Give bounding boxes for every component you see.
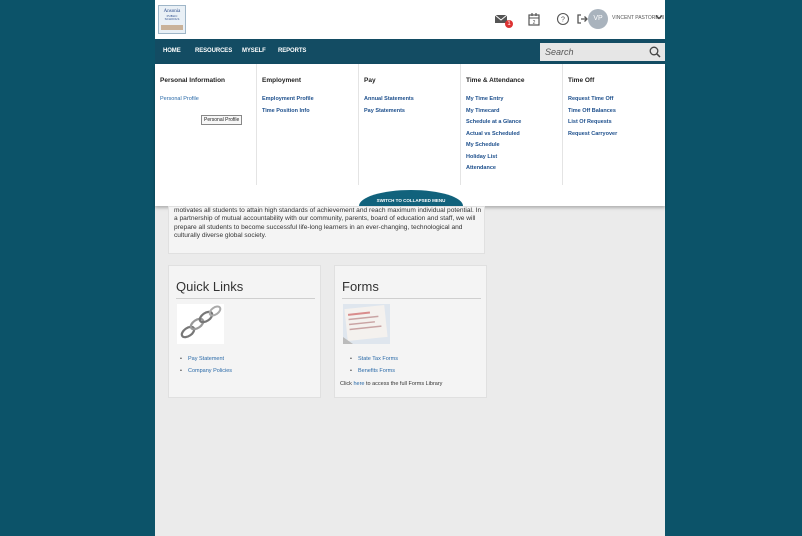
nav-myself[interactable]: MYSELF xyxy=(242,48,266,54)
quick-link-company-policies[interactable]: Company Policies xyxy=(178,366,232,378)
menu-heading: Employment xyxy=(262,77,302,84)
logo-bar xyxy=(161,25,183,30)
top-bar: Ansonia PUBLIC SCHOOLS 1 2 ? VP VINCENT … xyxy=(155,0,665,39)
menu-column-personal-information: Personal Information Personal Profile Pe… xyxy=(155,64,257,185)
menu-link-attendance[interactable]: Attendance xyxy=(466,163,521,175)
svg-text:?: ? xyxy=(561,17,565,24)
forms-list: State Tax Forms Benefits Forms xyxy=(348,354,398,377)
menu-column-time-off: Time Off Request Time Off Time Off Balan… xyxy=(563,64,665,185)
forms-card: Forms State Tax Forms Benefits Forms Cli… xyxy=(334,265,487,398)
forms-library-note: Click here to access the full Forms Libr… xyxy=(340,381,442,387)
forms-image xyxy=(343,304,390,344)
menu-link-time-off-balances[interactable]: Time Off Balances xyxy=(568,106,617,118)
menu-link-my-time-entry[interactable]: My Time Entry xyxy=(466,94,521,106)
mission-card: motivates all students to attain high st… xyxy=(168,206,485,254)
menu-heading: Pay xyxy=(364,77,376,84)
form-link-state-tax[interactable]: State Tax Forms xyxy=(348,354,398,366)
nav-reports[interactable]: REPORTS xyxy=(278,48,306,54)
menu-link-employment-profile[interactable]: Employment Profile xyxy=(262,94,314,106)
forms-title: Forms xyxy=(342,279,379,294)
menu-link-list-of-requests[interactable]: List Of Requests xyxy=(568,117,617,129)
main-nav: HOME RESOURCES MYSELF REPORTS xyxy=(155,39,665,64)
menu-column-time-attendance: Time & Attendance My Time Entry My Timec… xyxy=(461,64,563,185)
menu-link-request-carryover[interactable]: Request Carryover xyxy=(568,129,617,141)
menu-heading: Time & Attendance xyxy=(466,77,525,84)
company-logo[interactable]: Ansonia PUBLIC SCHOOLS xyxy=(158,5,186,34)
search-input[interactable] xyxy=(540,43,644,61)
menu-column-employment: Employment Employment Profile Time Posit… xyxy=(257,64,359,185)
chain-links-image xyxy=(177,304,224,344)
form-link-benefits[interactable]: Benefits Forms xyxy=(348,366,398,378)
search-icon[interactable] xyxy=(647,45,663,59)
menu-link-annual-statements[interactable]: Annual Statements xyxy=(364,94,414,106)
collapse-menu-button[interactable]: SWITCH TO COLLAPSED MENU xyxy=(359,190,463,206)
menu-link-time-position-info[interactable]: Time Position Info xyxy=(262,106,314,118)
nav-resources[interactable]: RESOURCES xyxy=(195,48,232,54)
menu-column-pay: Pay Annual Statements Pay Statements xyxy=(359,64,461,185)
forms-note-suffix: to access the full Forms Library xyxy=(364,381,443,387)
nav-home[interactable]: HOME xyxy=(163,48,181,54)
help-icon[interactable]: ? xyxy=(556,12,570,26)
mission-text: motivates all students to attain high st… xyxy=(174,207,482,240)
quick-links-card: Quick Links Pay Statement Company Polici… xyxy=(168,265,321,398)
calendar-day: 2 xyxy=(533,20,536,26)
tooltip: Personal Profile xyxy=(201,115,243,125)
mail-badge: 1 xyxy=(505,20,513,28)
divider xyxy=(342,298,481,299)
forms-library-link[interactable]: here xyxy=(353,381,364,387)
menu-link-holiday-list[interactable]: Holiday List xyxy=(466,152,521,164)
logo-subtext: PUBLIC SCHOOLS xyxy=(164,14,180,21)
menu-link-request-time-off[interactable]: Request Time Off xyxy=(568,94,617,106)
menu-link-pay-statements[interactable]: Pay Statements xyxy=(364,106,414,118)
quick-links-title: Quick Links xyxy=(176,279,244,294)
menu-heading: Time Off xyxy=(568,77,595,84)
search-box xyxy=(540,43,665,61)
quick-links-list: Pay Statement Company Policies xyxy=(178,354,232,377)
menu-heading: Personal Information xyxy=(160,77,226,84)
logout-icon[interactable] xyxy=(575,12,589,26)
chevron-down-icon[interactable] xyxy=(655,13,663,21)
avatar[interactable]: VP xyxy=(588,9,608,29)
divider xyxy=(176,298,315,299)
menu-link-personal-profile[interactable]: Personal Profile xyxy=(160,94,199,106)
app-container: Ansonia PUBLIC SCHOOLS 1 2 ? VP VINCENT … xyxy=(155,0,665,536)
menu-link-my-schedule[interactable]: My Schedule xyxy=(466,140,521,152)
mega-menu: Personal Information Personal Profile Pe… xyxy=(155,64,665,206)
calendar-icon[interactable]: 2 xyxy=(527,12,541,26)
menu-link-schedule-at-a-glance[interactable]: Schedule at a Glance xyxy=(466,117,521,129)
forms-note-prefix: Click xyxy=(340,381,354,387)
quick-link-pay-statement[interactable]: Pay Statement xyxy=(178,354,232,366)
menu-link-my-timecard[interactable]: My Timecard xyxy=(466,106,521,118)
menu-link-actual-vs-scheduled[interactable]: Actual vs Scheduled xyxy=(466,129,521,141)
